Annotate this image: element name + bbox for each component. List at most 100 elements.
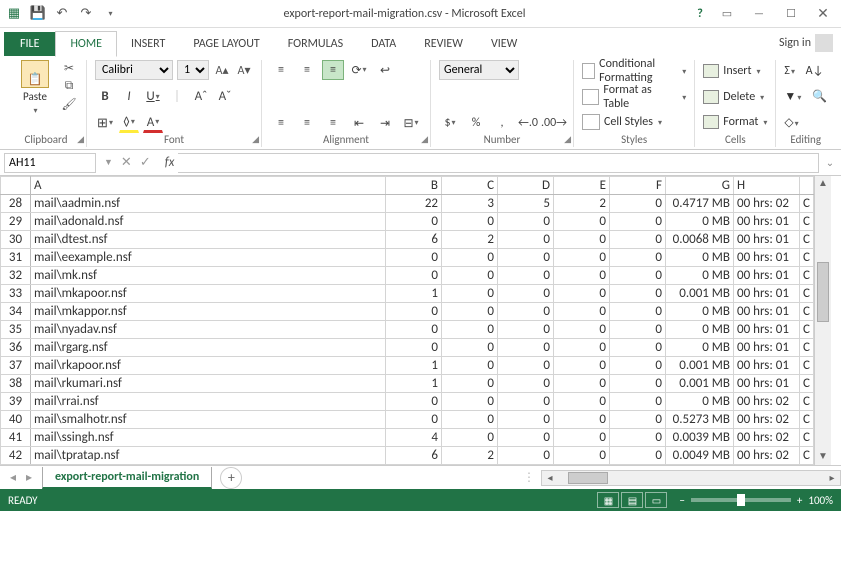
maximize-icon[interactable]: ☐: [777, 4, 805, 24]
cell[interactable]: mail\tpratap.nsf: [31, 447, 386, 465]
cell[interactable]: 0: [610, 447, 666, 465]
cell[interactable]: 00 hrs: 01: [734, 357, 800, 375]
table-row[interactable]: 30mail\dtest.nsf620000.0068 MB00 hrs: 01…: [1, 231, 814, 249]
cell[interactable]: mail\rkapoor.nsf: [31, 357, 386, 375]
italic-button[interactable]: I: [119, 87, 139, 107]
cell[interactable]: 1: [386, 375, 442, 393]
tab-page-layout[interactable]: PAGE LAYOUT: [179, 32, 273, 56]
cell[interactable]: C: [800, 429, 814, 447]
cell[interactable]: 0: [554, 375, 610, 393]
cell[interactable]: 0: [610, 429, 666, 447]
tab-home[interactable]: HOME: [55, 31, 117, 57]
format-cells-button[interactable]: Format: [703, 111, 767, 133]
scroll-down-icon[interactable]: ▼: [815, 449, 831, 465]
cell[interactable]: mail\adonald.nsf: [31, 213, 386, 231]
tab-split-handle[interactable]: ⋮: [523, 470, 535, 485]
cell[interactable]: 0: [498, 447, 554, 465]
align-middle-icon[interactable]: ≡: [296, 60, 318, 80]
cell[interactable]: mail\mkappor.nsf: [31, 303, 386, 321]
table-row[interactable]: 33mail\mkapoor.nsf100000.001 MB00 hrs: 0…: [1, 285, 814, 303]
cell[interactable]: 0: [554, 267, 610, 285]
cell[interactable]: 0: [498, 357, 554, 375]
tab-view[interactable]: VIEW: [477, 32, 531, 56]
sheet-nav-last-icon[interactable]: ▸: [22, 470, 36, 485]
decrease-font-size-icon[interactable]: Aˇ: [215, 87, 235, 107]
increase-indent-icon[interactable]: ⇥: [374, 113, 396, 133]
tab-file[interactable]: FILE: [4, 32, 55, 56]
cell[interactable]: 0: [610, 213, 666, 231]
cell[interactable]: C: [800, 303, 814, 321]
cell[interactable]: 00 hrs: 01: [734, 303, 800, 321]
cell[interactable]: 00 hrs: 01: [734, 249, 800, 267]
help-icon[interactable]: ?: [691, 7, 709, 21]
cut-icon[interactable]: ✂: [60, 60, 78, 76]
row-header[interactable]: 29: [1, 213, 31, 231]
table-row[interactable]: 40mail\smalhotr.nsf000000.5273 MB00 hrs:…: [1, 411, 814, 429]
format-painter-icon[interactable]: 🖌: [60, 96, 78, 112]
cell[interactable]: 2: [554, 195, 610, 213]
align-bottom-icon[interactable]: ≡: [322, 60, 344, 80]
cell[interactable]: 0: [386, 303, 442, 321]
cell[interactable]: 0.001 MB: [666, 357, 734, 375]
cell[interactable]: 0: [554, 303, 610, 321]
cell[interactable]: 0 MB: [666, 249, 734, 267]
minimize-icon[interactable]: —: [745, 4, 773, 24]
cell[interactable]: 0: [554, 393, 610, 411]
cell[interactable]: 0: [498, 231, 554, 249]
cell[interactable]: 0.4717 MB: [666, 195, 734, 213]
cell[interactable]: mail\mk.nsf: [31, 267, 386, 285]
cell[interactable]: 0 MB: [666, 267, 734, 285]
row-header[interactable]: 37: [1, 357, 31, 375]
qat-customize-icon[interactable]: [102, 6, 118, 22]
cell[interactable]: 22: [386, 195, 442, 213]
col-header-H[interactable]: H: [734, 177, 800, 195]
zoom-out-button[interactable]: −: [679, 494, 684, 507]
merge-center-icon[interactable]: ⊟: [400, 113, 422, 133]
number-dialog-launcher[interactable]: ◢: [564, 134, 571, 145]
zoom-in-button[interactable]: +: [797, 494, 802, 507]
col-header-C[interactable]: C: [442, 177, 498, 195]
cell[interactable]: 0: [554, 213, 610, 231]
row-header[interactable]: 34: [1, 303, 31, 321]
font-color-button[interactable]: A: [143, 113, 163, 133]
tab-insert[interactable]: INSERT: [117, 32, 179, 56]
increase-decimal-icon[interactable]: ←.0: [517, 113, 539, 133]
tab-review[interactable]: REVIEW: [410, 32, 477, 56]
cell[interactable]: C: [800, 195, 814, 213]
cell[interactable]: mail\dtest.nsf: [31, 231, 386, 249]
cell[interactable]: 0.001 MB: [666, 285, 734, 303]
cell[interactable]: 0: [442, 321, 498, 339]
font-size-select[interactable]: 11: [177, 60, 209, 80]
table-row[interactable]: 31mail\eexample.nsf000000 MB00 hrs: 01C: [1, 249, 814, 267]
align-left-icon[interactable]: ≡: [270, 113, 292, 133]
border-button[interactable]: ⊞: [95, 113, 115, 133]
cell[interactable]: 0: [386, 213, 442, 231]
cell[interactable]: 0.001 MB: [666, 375, 734, 393]
conditional-formatting-button[interactable]: Conditional Formatting: [582, 60, 686, 82]
paste-button[interactable]: 📋 Paste: [14, 60, 56, 133]
row-header[interactable]: 41: [1, 429, 31, 447]
cell[interactable]: C: [800, 321, 814, 339]
cell[interactable]: 0: [610, 375, 666, 393]
font-dialog-launcher[interactable]: ◢: [252, 134, 259, 145]
cell[interactable]: 6: [386, 231, 442, 249]
cell[interactable]: mail\rkumari.nsf: [31, 375, 386, 393]
cell[interactable]: 0 MB: [666, 339, 734, 357]
cell[interactable]: 00 hrs: 02: [734, 429, 800, 447]
cell[interactable]: 0: [498, 285, 554, 303]
cell[interactable]: 0: [610, 411, 666, 429]
cell[interactable]: 1: [386, 357, 442, 375]
enter-formula-icon[interactable]: ✓: [140, 155, 151, 170]
cell[interactable]: 00 hrs: 01: [734, 375, 800, 393]
cell[interactable]: 0: [610, 195, 666, 213]
decrease-font-icon[interactable]: A▾: [235, 62, 253, 78]
formula-expand-icon[interactable]: ⌄: [823, 156, 837, 169]
scroll-up-icon[interactable]: ▲: [815, 176, 831, 192]
table-row[interactable]: 35mail\nyadav.nsf000000 MB00 hrs: 01C: [1, 321, 814, 339]
cell[interactable]: 0: [554, 447, 610, 465]
wrap-text-icon[interactable]: ↩: [374, 60, 396, 80]
name-box-dropdown-icon[interactable]: ▼: [104, 157, 113, 168]
cell[interactable]: 0: [498, 339, 554, 357]
cell[interactable]: 0: [498, 411, 554, 429]
close-icon[interactable]: ✕: [809, 4, 837, 24]
